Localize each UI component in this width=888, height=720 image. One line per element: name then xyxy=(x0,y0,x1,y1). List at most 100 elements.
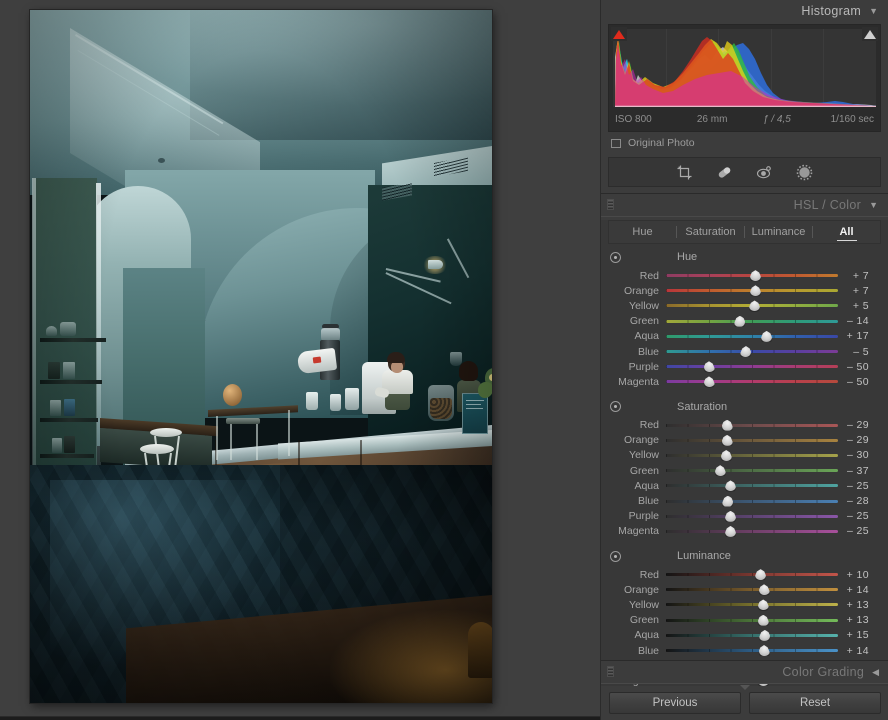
slider-handle[interactable] xyxy=(721,434,733,446)
original-photo-row[interactable]: Original Photo xyxy=(601,132,888,154)
panel-switch-icon[interactable] xyxy=(607,199,614,210)
slider-value[interactable]: – 37 xyxy=(838,465,878,477)
slider-handle[interactable] xyxy=(761,330,773,342)
slider-handle[interactable] xyxy=(740,346,752,358)
slider-track[interactable] xyxy=(666,629,838,641)
slider-handle[interactable] xyxy=(758,645,770,657)
chevron-down-icon[interactable]: ▼ xyxy=(869,6,878,16)
color-grading-panel-header[interactable]: Color Grading ◀ xyxy=(601,661,888,683)
slider-track[interactable] xyxy=(666,495,838,507)
slider-row-saturation-magenta: Magenta – 25 xyxy=(601,524,888,539)
slider-handle[interactable] xyxy=(757,599,769,611)
slider-handle[interactable] xyxy=(725,525,736,537)
shadow-clipping-indicator[interactable] xyxy=(611,27,627,41)
slider-track[interactable] xyxy=(666,270,838,282)
slider-track[interactable] xyxy=(666,330,838,342)
slider-handle[interactable] xyxy=(749,285,761,297)
slider-value[interactable]: + 14 xyxy=(838,645,878,657)
histogram-box[interactable]: ISO 800 26 mm ƒ / 4,5 1/160 sec xyxy=(608,24,881,132)
targeted-adjustment-tool-icon[interactable] xyxy=(610,401,621,412)
targeted-adjustment-tool-icon[interactable] xyxy=(610,251,621,263)
slider-handle[interactable] xyxy=(720,449,732,461)
slider-track[interactable] xyxy=(666,614,838,626)
histogram-panel-header[interactable]: Histogram ▼ xyxy=(601,0,888,22)
slider-value[interactable]: + 15 xyxy=(838,629,878,641)
slider-handle[interactable] xyxy=(755,569,767,581)
slider-track[interactable] xyxy=(666,480,838,492)
slider-track[interactable] xyxy=(666,599,838,611)
slider-value[interactable]: – 28 xyxy=(838,495,878,507)
slider-track[interactable] xyxy=(666,510,838,522)
slider-track[interactable] xyxy=(666,346,838,358)
photo-frame[interactable] xyxy=(30,10,492,703)
cafe-interior-photo xyxy=(30,10,492,703)
highlight-clipping-indicator[interactable] xyxy=(862,27,878,41)
slider-value[interactable]: – 50 xyxy=(838,361,878,373)
slider-track[interactable] xyxy=(666,300,838,312)
slider-value[interactable]: + 17 xyxy=(838,330,878,342)
chevron-down-icon[interactable]: ▼ xyxy=(869,200,878,210)
slider-value[interactable]: – 25 xyxy=(838,510,878,522)
slider-track[interactable] xyxy=(666,315,838,327)
slider-handle[interactable] xyxy=(722,495,734,507)
slider-value[interactable]: – 50 xyxy=(838,376,878,388)
slider-row-hue-blue: Blue – 5 xyxy=(601,344,888,359)
red-eye-correction-icon[interactable] xyxy=(755,162,775,182)
slider-track[interactable] xyxy=(666,525,838,537)
slider-value[interactable]: + 13 xyxy=(838,614,878,626)
masking-icon[interactable] xyxy=(795,162,815,182)
slider-handle[interactable] xyxy=(734,315,746,327)
slider-handle[interactable] xyxy=(725,480,736,492)
reset-button[interactable]: Reset xyxy=(749,692,881,714)
slider-value[interactable]: – 5 xyxy=(838,346,878,358)
panel-switch-icon[interactable] xyxy=(607,666,614,677)
slider-value[interactable]: + 7 xyxy=(838,270,878,282)
slider-value[interactable]: + 13 xyxy=(838,599,878,611)
slider-track[interactable] xyxy=(666,376,838,388)
slider-track[interactable] xyxy=(666,419,838,431)
slider-value[interactable]: – 25 xyxy=(838,480,878,492)
histogram-plot[interactable] xyxy=(613,29,876,107)
slider-value[interactable]: + 7 xyxy=(838,285,878,297)
slider-track[interactable] xyxy=(666,584,838,596)
spot-removal-icon[interactable] xyxy=(715,162,735,182)
tab-saturation[interactable]: Saturation xyxy=(677,221,744,243)
slider-value[interactable]: – 14 xyxy=(838,315,878,327)
slider-handle[interactable] xyxy=(757,614,769,626)
slider-handle[interactable] xyxy=(714,465,726,477)
slider-value[interactable]: – 29 xyxy=(838,434,878,446)
slider-handle[interactable] xyxy=(758,584,770,596)
slider-handle[interactable] xyxy=(703,376,715,388)
tab-luminance[interactable]: Luminance xyxy=(745,221,812,243)
slider-value[interactable]: + 5 xyxy=(838,300,878,312)
slider-track[interactable] xyxy=(666,449,838,461)
slider-track[interactable] xyxy=(666,645,838,657)
slider-handle[interactable] xyxy=(759,629,771,641)
slider-track[interactable] xyxy=(666,361,838,373)
panel-resize-notch[interactable] xyxy=(740,685,750,690)
slider-handle[interactable] xyxy=(749,300,761,312)
tab-all[interactable]: All xyxy=(813,221,880,243)
tab-hue[interactable]: Hue xyxy=(609,221,676,243)
hsl-panel-header[interactable]: HSL / Color ▼ xyxy=(601,194,888,216)
slider-row-luminance-aqua: Aqua + 15 xyxy=(601,628,888,643)
slider-value[interactable]: – 25 xyxy=(838,525,878,537)
slider-value[interactable]: – 30 xyxy=(838,449,878,461)
slider-value[interactable]: – 29 xyxy=(838,419,878,431)
previous-button[interactable]: Previous xyxy=(609,692,741,714)
crop-overlay-icon[interactable] xyxy=(675,162,695,182)
original-photo-checkbox[interactable] xyxy=(611,138,621,148)
slider-value[interactable]: + 14 xyxy=(838,584,878,596)
slider-handle[interactable] xyxy=(725,510,736,522)
slider-track[interactable] xyxy=(666,569,838,581)
slider-handle[interactable] xyxy=(749,270,761,282)
histogram-curves xyxy=(615,37,876,107)
slider-handle[interactable] xyxy=(703,361,715,373)
slider-track[interactable] xyxy=(666,465,838,477)
targeted-adjustment-tool-icon[interactable] xyxy=(610,550,621,562)
slider-handle[interactable] xyxy=(721,419,733,431)
slider-value[interactable]: + 10 xyxy=(838,569,878,581)
slider-track[interactable] xyxy=(666,285,838,297)
slider-track[interactable] xyxy=(666,434,838,446)
chevron-left-icon[interactable]: ◀ xyxy=(872,667,879,678)
